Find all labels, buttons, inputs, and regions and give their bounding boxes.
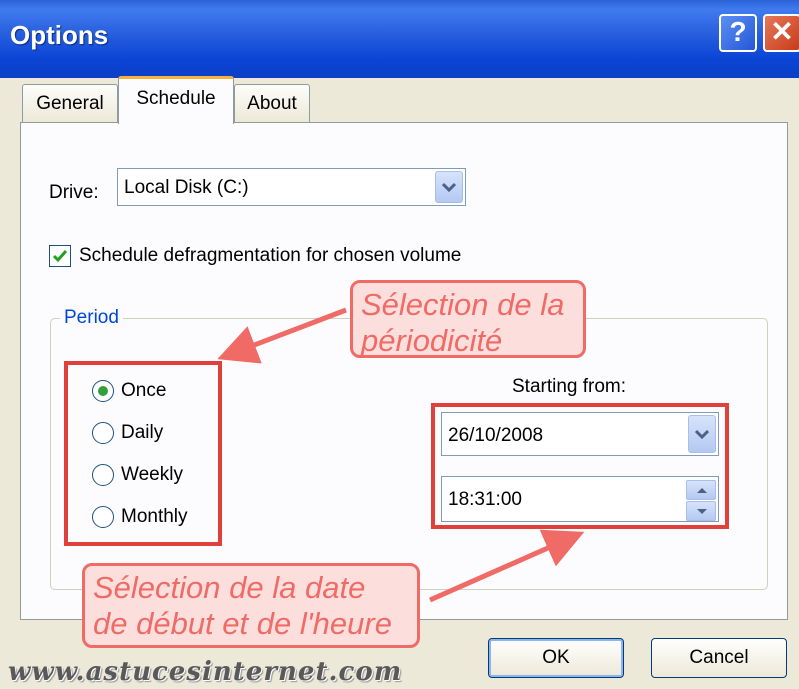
tab-schedule[interactable]: Schedule <box>118 76 234 124</box>
period-arrow <box>217 307 347 364</box>
watermark: www.astucesinternet.com <box>8 657 403 687</box>
cancel-button[interactable]: Cancel <box>651 638 787 678</box>
options-dialog: Options ? ✕ General Schedule About Drive… <box>0 0 799 689</box>
ok-button[interactable]: OK <box>488 638 624 678</box>
date-arrow <box>428 529 585 603</box>
